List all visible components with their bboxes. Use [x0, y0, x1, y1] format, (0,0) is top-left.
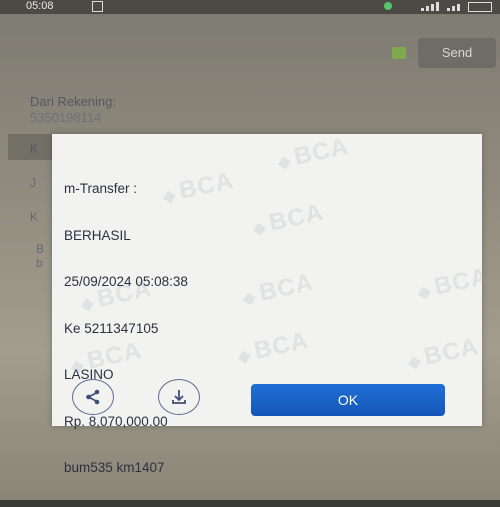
bca-watermark: ◆BCA	[416, 262, 492, 303]
send-button[interactable]: Send	[418, 38, 496, 68]
phone-screen: 05:08 Send Dari Rekening: 5350198114 K J…	[0, 0, 500, 500]
share-button[interactable]	[72, 379, 114, 415]
wifi-icon	[384, 2, 392, 10]
status-bar: 05:08	[0, 0, 500, 14]
transfer-result-dialog: ◆BCA ◆BCA ◆BCA ◆BCA ◆BCA ◆BCA ◆BCA ◆BCA …	[52, 132, 491, 475]
ok-button[interactable]: OK	[251, 384, 445, 416]
receipt-line-datetime: 25/09/2024 05:08:38	[64, 274, 188, 289]
status-indicator-icon	[392, 47, 406, 59]
signal-bar-icon	[421, 8, 424, 11]
bca-watermark: ◆BCA	[251, 198, 327, 239]
from-account-label: Dari Rekening:	[30, 94, 116, 109]
form-fragment: K	[30, 142, 39, 156]
signal-bar-icon	[447, 8, 450, 11]
form-fragment: J	[30, 176, 36, 190]
receipt-line-amount: Rp. 8,070,000.00	[64, 413, 168, 429]
battery-icon	[468, 2, 492, 12]
receipt-line-destination: Ke 5211347105	[64, 320, 159, 336]
notification-icon	[92, 1, 103, 12]
bca-watermark: ◆BCA	[406, 332, 482, 373]
signal-bar-icon	[452, 6, 455, 11]
transfer-receipt: m-Transfer : BERHASIL 25/09/2024 05:08:3…	[64, 150, 188, 507]
bca-watermark: ◆BCA	[241, 268, 317, 309]
download-button[interactable]	[158, 379, 200, 415]
bca-watermark: ◆BCA	[236, 326, 312, 367]
share-icon	[86, 389, 100, 405]
from-account-value: 5350198114	[30, 110, 102, 125]
form-fragment: B	[36, 242, 45, 256]
receipt-line-type: m-Transfer :	[64, 181, 138, 196]
signal-bar-icon	[457, 4, 460, 11]
form-fragment: b	[36, 256, 43, 270]
download-icon	[172, 390, 186, 404]
bca-watermark: ◆BCA	[276, 132, 352, 173]
form-fragment: K	[30, 210, 39, 224]
receipt-line-status: BERHASIL	[64, 227, 131, 243]
receipt-line-note: bum535 km1407	[64, 460, 165, 475]
status-time: 05:08	[26, 0, 54, 12]
signal-bar-icon	[436, 2, 439, 11]
signal-bar-icon	[426, 6, 429, 11]
status-indicators	[382, 1, 492, 12]
signal-bar-icon	[431, 4, 434, 11]
